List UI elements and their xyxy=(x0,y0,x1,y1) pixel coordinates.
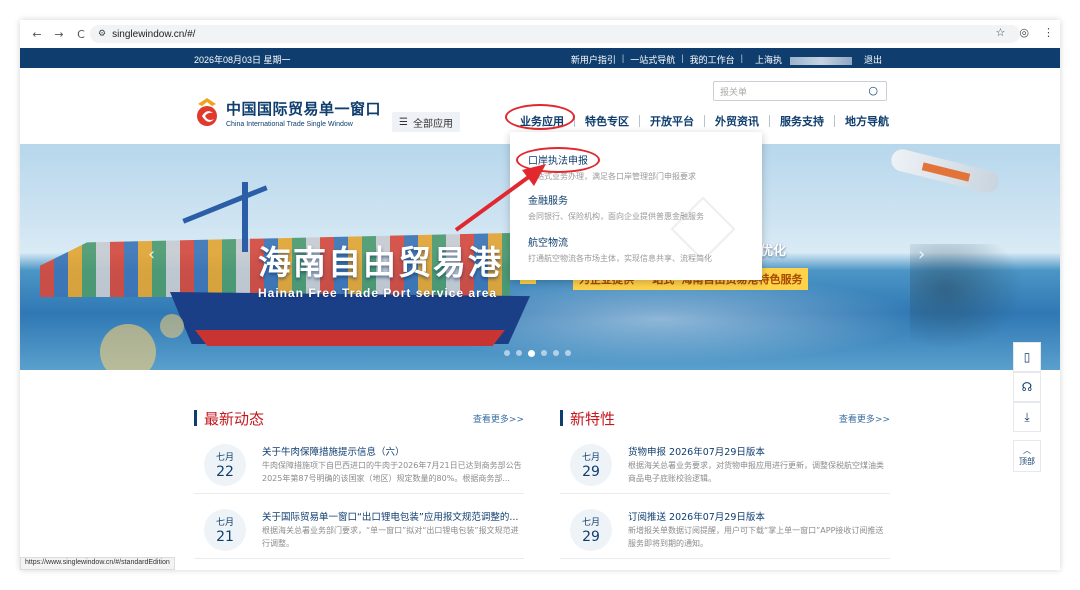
section-title: 新特性 xyxy=(570,409,616,428)
back-icon[interactable]: ← xyxy=(26,28,48,41)
annotation-arrow-icon xyxy=(454,164,546,232)
date-month: 七月 xyxy=(215,518,234,528)
bookmark-icon[interactable]: ▯ xyxy=(1013,342,1041,372)
nav-local-navigation[interactable]: 地方导航 xyxy=(835,113,899,129)
browser-toolbar: ← → C ⚙ singlewindow.cn/#/ ☆ ◎ ⋮ xyxy=(20,20,1060,48)
view-more-link[interactable]: 查看更多>> xyxy=(839,412,890,425)
nav-open-platform[interactable]: 开放平台 xyxy=(640,113,704,129)
search-icon[interactable]: ○ xyxy=(868,84,878,97)
banner-subtitle: Hainan Free Trade Port service area xyxy=(258,286,498,300)
star-icon[interactable]: ☆ xyxy=(996,26,1006,39)
carousel-dots xyxy=(504,350,571,357)
address-bar[interactable]: ⚙ singlewindow.cn/#/ xyxy=(90,25,1020,43)
status-url: https://www.singlewindow.cn/#/standardEd… xyxy=(20,557,175,570)
date-month: 七月 xyxy=(581,518,600,528)
logo-subtitle: China International Trade Single Window xyxy=(226,121,353,128)
chevron-up-icon: ︿ xyxy=(1023,446,1031,455)
carousel-dot[interactable] xyxy=(553,350,559,356)
nav-trade-info[interactable]: 外贸资讯 xyxy=(705,113,769,129)
menu-icon[interactable]: ⋮ xyxy=(1043,26,1054,39)
news-title[interactable]: 关于牛肉保障措施提示信息（六） xyxy=(262,444,524,458)
feature-title[interactable]: 货物申报 2026年07月29日版本 xyxy=(628,444,890,458)
back-to-top-button[interactable]: ︿ 顶部 xyxy=(1013,440,1041,472)
carousel-dot[interactable] xyxy=(565,350,571,356)
banner-title: 海南自由贸易港 xyxy=(258,243,503,282)
carousel-dot[interactable] xyxy=(504,350,510,356)
floating-toolbar: ▯ ☊ ⤓ ︿ 顶部 xyxy=(1013,342,1041,472)
site-logo[interactable]: 中国国际贸易单一窗口 China International Trade Sin… xyxy=(194,98,381,128)
date-month: 七月 xyxy=(215,453,234,463)
url-text[interactable]: singlewindow.cn/#/ xyxy=(112,29,195,40)
highlight-circle-nav xyxy=(505,104,575,130)
all-apps-label: 全部应用 xyxy=(412,118,453,130)
nav-service-support[interactable]: 服务支持 xyxy=(770,113,834,129)
palm-tree-image xyxy=(910,244,1030,354)
new-features-section: 新特性 查看更多>> 七月 29 货物申报 2026年07月29日版本 根据海关… xyxy=(560,408,890,559)
download-icon[interactable]: ⤓ xyxy=(1013,402,1041,432)
logo-title: 中国国际贸易单一窗口 xyxy=(226,100,382,118)
carousel-dot[interactable] xyxy=(541,350,547,356)
nav-featured-zone[interactable]: 特色专区 xyxy=(575,113,639,129)
next-slide-icon[interactable]: › xyxy=(918,244,925,265)
redacted-user xyxy=(789,56,852,65)
view-more-link[interactable]: 查看更多>> xyxy=(473,412,524,425)
news-title[interactable]: 关于国际贸易单一窗口“出口锂电包装”应用报文规范调整的... xyxy=(262,509,524,523)
feature-desc: 新增报关单数据订阅提醒，用户可下载“掌上单一窗口”APP接收订阅推送服务即将到期… xyxy=(628,526,884,548)
prev-slide-icon[interactable]: ‹ xyxy=(148,244,155,265)
logout-link[interactable]: 退出 xyxy=(858,53,888,66)
dropdown-item-title[interactable]: 航空物流 xyxy=(528,234,712,249)
latest-news-section: 最新动态 查看更多>> 七月 22 关于牛肉保障措施提示信息（六） 牛肉保障措施… xyxy=(194,408,524,559)
browser-window: ← → C ⚙ singlewindow.cn/#/ ☆ ◎ ⋮ 2026年08… xyxy=(20,20,1060,570)
date-badge: 七月 29 xyxy=(570,444,612,486)
date-day: 29 xyxy=(582,529,600,545)
menu-lines-icon: ☰ xyxy=(399,116,408,128)
forward-icon[interactable]: → xyxy=(48,28,70,41)
reload-icon[interactable]: C xyxy=(70,28,92,41)
section-title: 最新动态 xyxy=(204,409,265,428)
date-day: 22 xyxy=(216,464,234,480)
date-badge: 七月 21 xyxy=(204,509,246,551)
carousel-dot-active[interactable] xyxy=(528,350,535,357)
link-new-user-guide[interactable]: 新用户指引 xyxy=(565,53,622,66)
news-desc: 牛肉保障措施项下自巴西进口的牛肉于2026年7月21日已达到商务部公告2025年… xyxy=(262,461,522,483)
all-apps-button[interactable]: ☰ 全部应用 xyxy=(392,112,460,132)
link-my-workbench[interactable]: 我的工作台 xyxy=(684,53,741,66)
feature-desc: 根据海关总署业务要求，对货物申报应用进行更新，调整保税航空煤油类商品电子底账校验… xyxy=(628,461,884,483)
date-badge: 七月 29 xyxy=(570,509,612,551)
news-desc: 根据海关总署业务部门要求，“单一窗口”拟对“出口锂电包装”报文规范进行调整。 xyxy=(262,526,519,548)
date-day: 29 xyxy=(582,464,600,480)
news-item[interactable]: 七月 21 关于国际贸易单一窗口“出口锂电包装”应用报文规范调整的... 根据海… xyxy=(194,509,524,559)
carousel-dot[interactable] xyxy=(516,350,522,356)
date-month: 七月 xyxy=(581,453,600,463)
feature-item[interactable]: 七月 29 订阅推送 2026年07月29日版本 新增报关单数据订阅提醒，用户可… xyxy=(560,509,890,559)
date-badge: 七月 22 xyxy=(204,444,246,486)
date-day: 21 xyxy=(216,529,234,545)
site-info-icon[interactable]: ⚙ xyxy=(98,29,106,39)
feature-item[interactable]: 七月 29 货物申报 2026年07月29日版本 根据海关总署业务要求，对货物申… xyxy=(560,444,890,494)
search-box[interactable]: 报关单 ○ xyxy=(713,81,887,101)
back-to-top-label: 顶部 xyxy=(1019,457,1035,466)
link-one-stop-nav[interactable]: 一站式导航 xyxy=(624,53,681,66)
user-name[interactable]: 上海执 xyxy=(743,53,858,66)
profile-icon[interactable]: ◎ xyxy=(1019,26,1029,39)
customer-service-icon[interactable]: ☊ xyxy=(1013,372,1041,402)
date-text: 2026年08月03日 星期一 xyxy=(194,55,291,65)
logo-icon xyxy=(194,98,220,128)
feature-title[interactable]: 订阅推送 2026年07月29日版本 xyxy=(628,509,890,523)
news-item[interactable]: 七月 22 关于牛肉保障措施提示信息（六） 牛肉保障措施项下自巴西进口的牛肉于2… xyxy=(194,444,524,494)
dropdown-item-desc: 打通航空物流各市场主体，实现信息共享、流程简化 xyxy=(528,254,712,263)
user-name-prefix: 上海执 xyxy=(754,55,782,65)
banner-right-text: 优化 xyxy=(760,244,787,259)
top-bar: 2026年08月03日 星期一 新用户指引 | 一站式导航 | 我的工作台 | … xyxy=(20,48,1060,68)
search-input[interactable]: 报关单 xyxy=(720,85,747,98)
dropdown-item-air-logistics[interactable]: 航空物流 打通航空物流各市场主体，实现信息共享、流程简化 xyxy=(528,234,712,264)
